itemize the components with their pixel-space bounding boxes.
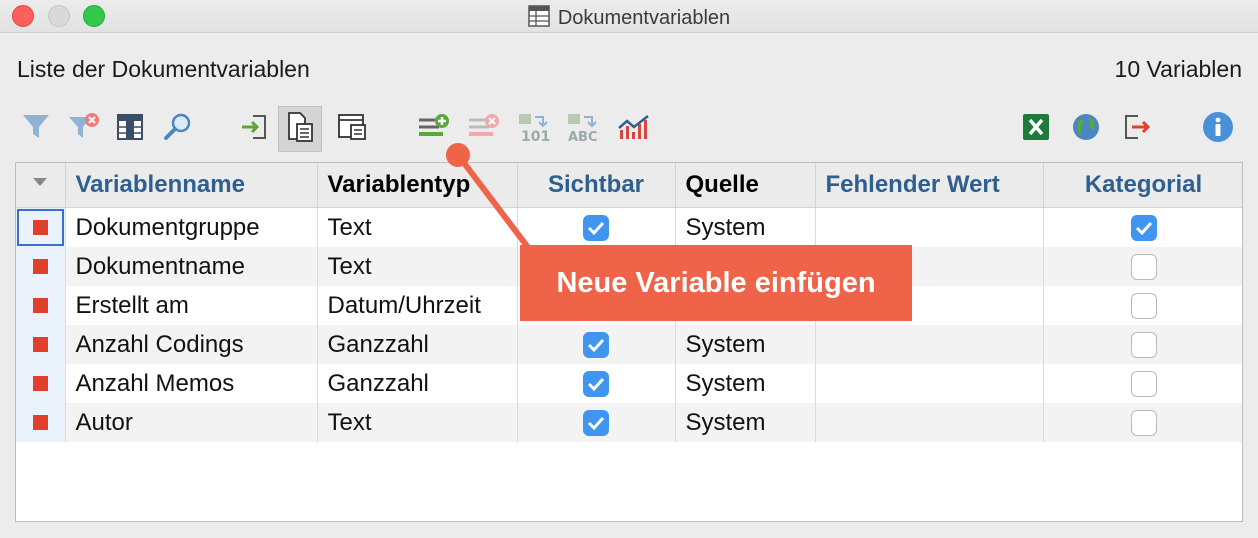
callout-box: Neue Variable einfügen: [520, 245, 912, 321]
